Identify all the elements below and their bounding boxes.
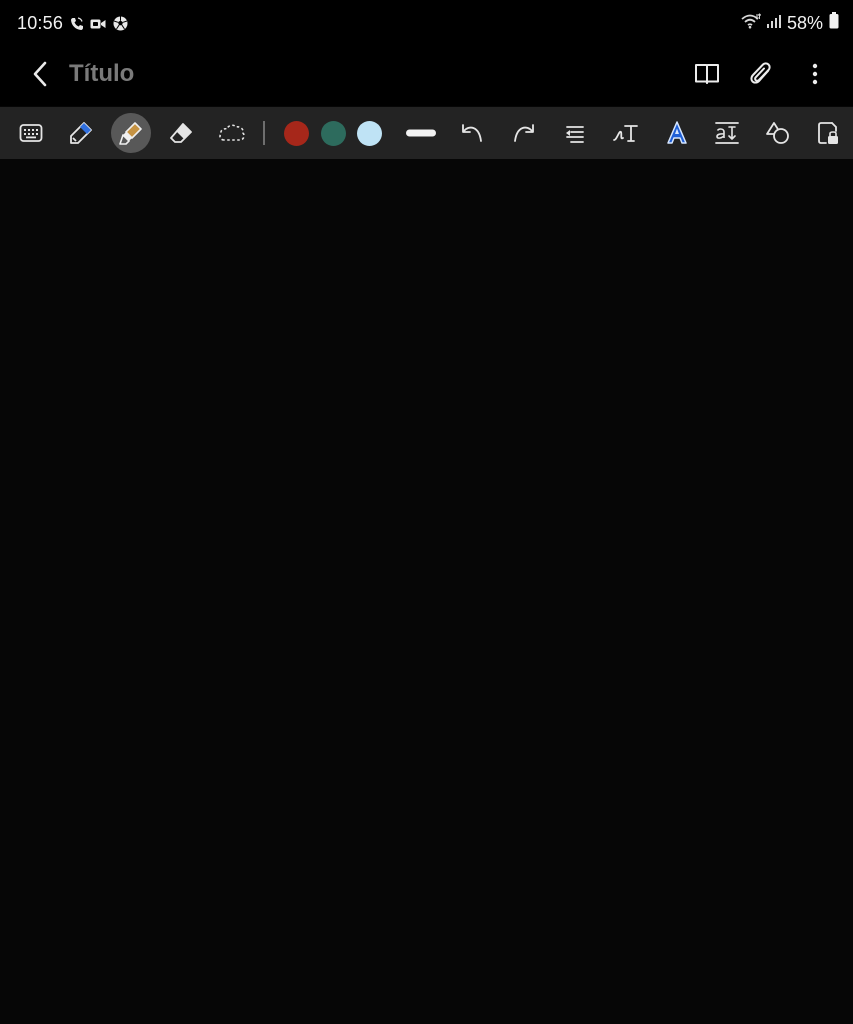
status-icons-left bbox=[70, 16, 128, 36]
app-bar: Título bbox=[0, 48, 853, 106]
book-view-button[interactable] bbox=[689, 56, 725, 92]
highlighter-button[interactable] bbox=[111, 113, 151, 153]
more-options-icon bbox=[812, 63, 818, 85]
drawing-toolbar bbox=[0, 107, 853, 159]
status-time: 10:56 bbox=[17, 13, 64, 33]
signal-icon bbox=[766, 14, 781, 33]
stroke-width-button[interactable] bbox=[401, 113, 441, 153]
color-light-blue-button[interactable] bbox=[349, 113, 389, 153]
lasso-icon bbox=[219, 124, 245, 141]
highlighter-icon bbox=[119, 122, 142, 145]
app-bar-actions bbox=[689, 56, 833, 92]
video-call-icon bbox=[90, 17, 106, 35]
color-swatch-red bbox=[283, 120, 309, 146]
redo-icon bbox=[514, 124, 534, 142]
eraser-icon bbox=[170, 123, 192, 143]
note-title[interactable]: Título bbox=[69, 60, 134, 88]
wifi-icon bbox=[741, 12, 762, 34]
status-bar: 10:56 58% bbox=[0, 0, 853, 48]
attachment-button[interactable] bbox=[743, 56, 779, 92]
stroke-width-icon bbox=[406, 129, 436, 137]
text-format-icon bbox=[715, 122, 739, 144]
keyboard-button[interactable] bbox=[11, 113, 51, 153]
lock-icon bbox=[818, 122, 838, 144]
back-button[interactable] bbox=[22, 56, 58, 92]
undo-icon bbox=[462, 124, 482, 142]
shapes-button[interactable] bbox=[758, 113, 798, 153]
soccer-ball-icon bbox=[113, 16, 128, 36]
redo-button[interactable] bbox=[504, 113, 544, 153]
battery-percent: 58% bbox=[786, 12, 823, 33]
color-swatch-teal bbox=[320, 120, 346, 146]
shapes-icon bbox=[766, 122, 789, 144]
pen-button[interactable] bbox=[61, 113, 101, 153]
pen-icon bbox=[70, 122, 92, 144]
color-teal-button[interactable] bbox=[313, 113, 353, 153]
handwriting-text-icon bbox=[613, 125, 638, 142]
color-red-button[interactable] bbox=[276, 113, 316, 153]
book-view-icon bbox=[695, 64, 719, 84]
text-style-button[interactable] bbox=[657, 113, 697, 153]
text-format-button[interactable] bbox=[707, 113, 747, 153]
samsung-notes-screen: 10:56 58% Título bbox=[0, 0, 853, 1024]
text-align-icon bbox=[566, 126, 584, 143]
back-arrow-icon bbox=[33, 61, 47, 87]
eraser-button[interactable] bbox=[161, 113, 201, 153]
text-style-icon bbox=[667, 121, 687, 144]
text-align-button[interactable] bbox=[555, 113, 595, 153]
lock-button[interactable] bbox=[808, 113, 848, 153]
handwriting-to-text-button[interactable] bbox=[606, 113, 646, 153]
drawing-canvas[interactable] bbox=[0, 159, 853, 1024]
keyboard-icon bbox=[19, 124, 43, 142]
undo-button[interactable] bbox=[452, 113, 492, 153]
toolbar-divider bbox=[263, 121, 265, 145]
battery-icon bbox=[829, 12, 839, 34]
attachment-icon bbox=[750, 62, 771, 84]
wifi-call-icon bbox=[70, 16, 83, 36]
more-options-button[interactable] bbox=[797, 56, 833, 92]
color-swatch-light-blue bbox=[356, 120, 382, 146]
status-icons-right: 58% bbox=[741, 12, 839, 34]
lasso-button[interactable] bbox=[212, 113, 252, 153]
